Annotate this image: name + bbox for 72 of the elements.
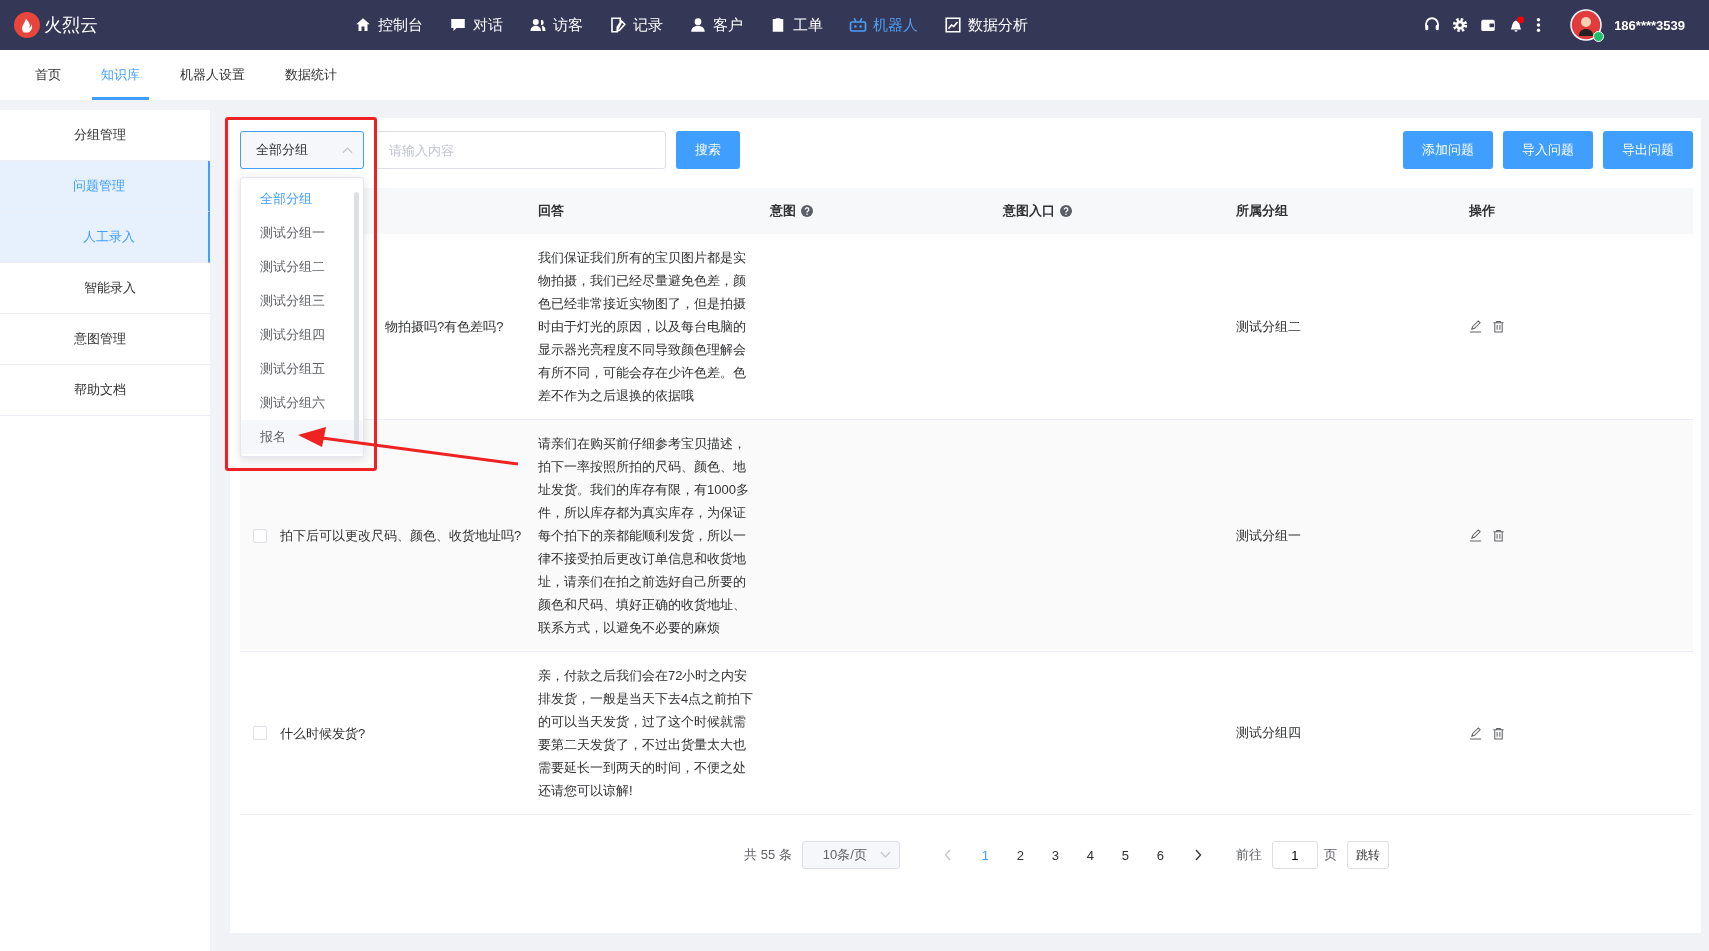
nav-item[interactable]: 记录 [609,15,663,35]
group-name: 测试分组四 [1236,725,1301,740]
column-header: 操作 [1469,202,1495,220]
page-unit: 页 [1323,846,1337,864]
page-number[interactable]: 3 [1037,847,1073,863]
edit-icon[interactable] [1469,726,1482,740]
search-field[interactable]: 请输入内容 [374,131,666,169]
total-count: 共 55 条 [744,846,792,864]
answer-text: 我们保证我们所有的宝贝图片都是实物拍摄，我们已经尽量避免色差，颜色已经非常接近实物图了，但是拍摄时由于灯光的原因，以及每台电脑的显示器光亮程度不同导致颜色理解会有所不同，可能会存在少许色差。色差不作为之后退换的依据哦 [538,249,747,405]
tab[interactable]: 首页 [26,50,70,100]
page-number[interactable]: 6 [1142,847,1178,863]
sidebar-item[interactable]: 帮助文档 [0,365,210,416]
dropdown-option[interactable]: 测试分组四 [241,318,363,352]
help-icon[interactable] [801,205,813,217]
delete-icon[interactable] [1492,320,1505,333]
home-icon [354,16,372,34]
question-text: 拍下后可以更改尺码、颜色、收货地址吗? [280,528,522,543]
nav-item[interactable]: 对话 [449,15,503,35]
page-number[interactable]: 5 [1107,847,1143,863]
jump-button[interactable]: 跳转 [1346,841,1389,869]
column-header: 意图入口 [1003,202,1055,220]
column-header: 意图 [770,202,796,220]
column-header: 所属分组 [1236,202,1288,220]
dropdown-option[interactable]: 测试分组五 [241,352,363,386]
user-avatar[interactable] [1570,9,1603,41]
group-name: 测试分组二 [1236,318,1301,334]
dropdown-option[interactable]: 测试分组三 [241,284,363,318]
dropdown-option[interactable]: 测试分组一 [241,216,363,250]
robot-icon [849,16,867,34]
row-checkbox[interactable] [253,726,267,740]
sidebar-item[interactable]: 意图管理 [0,314,210,365]
tab[interactable]: 数据统计 [276,50,346,100]
sidebar-subitem[interactable]: 智能录入 [0,263,210,314]
nav-item[interactable]: 工单 [769,15,823,35]
page-number[interactable]: 4 [1072,847,1108,863]
dropdown-option[interactable]: 测试分组六 [241,386,363,420]
tab[interactable]: 机器人设置 [171,50,254,100]
line-chart-icon [944,16,962,34]
answer-text: 亲，付款之后我们会在72小时之内安排发货，一般是当天下去4点之前拍下的可以当天发货，过了这个时候就需要第二天发货了，不过出货量太大也需要延长一到两天的时间，不便之处还请您可以谅解! [538,667,755,800]
settings-icon[interactable] [1451,16,1470,34]
person-icon [689,16,707,34]
next-page-icon[interactable] [1193,849,1202,861]
user-phone[interactable]: 186****3539 [1614,17,1685,33]
delete-icon[interactable] [1492,726,1505,740]
group-select[interactable]: 全部分组 [240,131,364,169]
brand-name: 火烈云 [44,14,98,37]
nav-item[interactable]: 客户 [689,15,743,35]
edit-icon[interactable] [1469,529,1482,542]
notepad-pencil-icon [609,16,627,34]
chevron-icon [879,851,891,859]
more-menu-icon[interactable] [1535,16,1543,34]
users-icon [529,16,547,34]
nav-item[interactable]: 机器人 [849,15,918,35]
page-input[interactable]: 1 [1271,841,1318,869]
column-header: 回答 [538,202,564,220]
group-name: 测试分组一 [1236,527,1301,543]
nav-item[interactable]: 控制台 [354,15,423,35]
nav-item[interactable]: 访客 [529,15,583,35]
goto-label: 前往 [1235,846,1262,864]
help-icon[interactable] [1060,205,1072,217]
answer-text: 请亲们在购买前仔细参考宝贝描述，拍下一率按照所拍的尺码、颜色、地址发货。我们的库存有限，有1000多件，所以库存都为真实库存，为保证每个拍下的亲都能顺利发货，所以一律不接受拍后更改订单信息和收货地址，请亲们在拍之前选好自己所要的颜色和尺码、填好正确的收货地址、联系方式，以避免不必要的麻烦 [538,435,750,637]
dropdown-option[interactable]: 测试分组二 [241,250,363,284]
question-text: 什么时候发货? [280,725,366,741]
row-checkbox[interactable] [253,528,267,543]
edit-icon[interactable] [1469,320,1482,333]
question-text: 物拍摄吗?有色差吗? [385,319,504,334]
flame-logo-icon [14,12,40,38]
page-size-select[interactable]: 10条/页 [801,841,900,869]
nav-item[interactable]: 数据分析 [944,15,1028,35]
page-number[interactable]: 2 [1002,847,1038,863]
delete-icon[interactable] [1492,529,1505,542]
chevron-icon [342,146,353,154]
